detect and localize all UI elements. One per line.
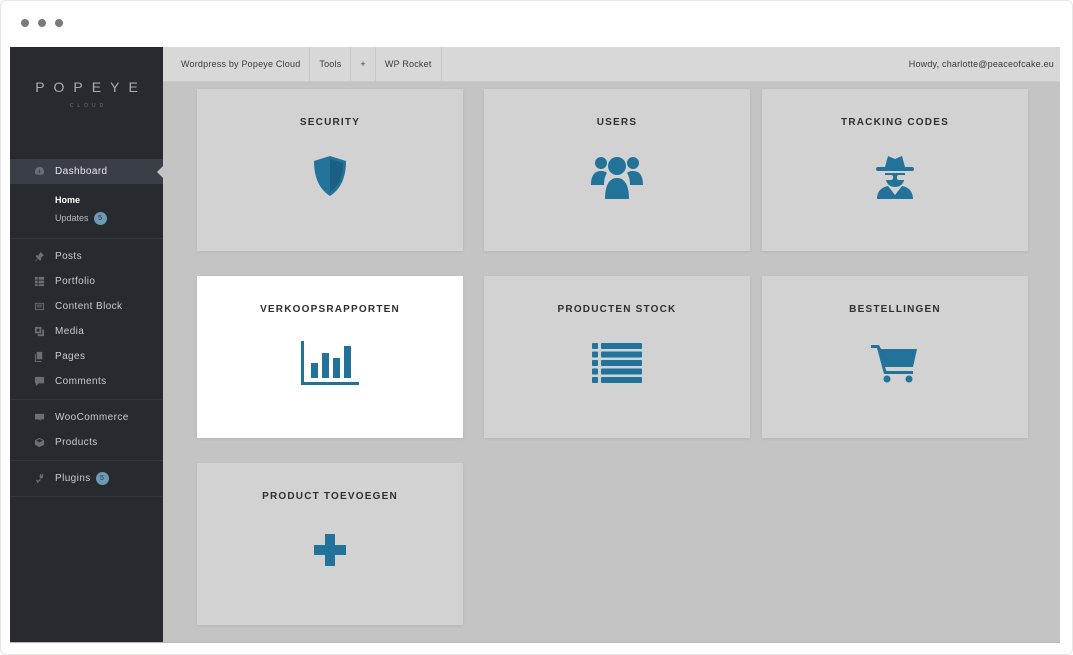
sidebar-item-label: Pages [55, 351, 86, 362]
sidebar-item-label: Content Block [55, 301, 123, 312]
plus-icon [300, 525, 360, 575]
tile-bestellingen[interactable]: BESTELLINGEN [762, 276, 1028, 438]
tile-producten-stock[interactable]: PRODUCTEN STOCK [484, 276, 750, 438]
woocommerce-icon [32, 411, 46, 425]
cart-icon [865, 338, 925, 388]
topbar-site-link[interactable]: Wordpress by Popeye Cloud [163, 47, 311, 82]
plugins-count-badge: 5 [95, 472, 109, 485]
window-dot-icon[interactable] [21, 19, 29, 27]
tile-title: BESTELLINGEN [849, 304, 941, 315]
tile-verkoopsrapporten[interactable]: VERKOOPSRAPPORTEN [197, 276, 463, 438]
tile-title: SECURITY [299, 117, 361, 128]
sidebar-item-posts[interactable]: Posts [10, 244, 163, 269]
spy-icon [865, 151, 925, 201]
dashboard-submenu: Home Updates 5 [10, 184, 163, 233]
sidebar-item-label: WooCommerce [55, 412, 129, 423]
list-icon [587, 338, 647, 388]
sidebar-menu: Dashboard Home Updates 5 Posts Portfolio… [10, 159, 163, 502]
tile-title: VERKOOPSRAPPORTEN [260, 304, 400, 315]
sidebar-item-label: Media [55, 326, 85, 337]
sidebar-item-comments[interactable]: Comments [10, 369, 163, 394]
admin-topbar: Wordpress by Popeye Cloud Tools + WP Roc… [163, 47, 1060, 82]
window-controls [21, 19, 63, 27]
submenu-item-home[interactable]: Home [55, 191, 163, 209]
submenu-item-label: Home [55, 195, 81, 205]
tile-title: PRODUCTEN STOCK [557, 304, 677, 315]
sidebar-item-dashboard[interactable]: Dashboard [10, 159, 163, 184]
topbar-wp-rocket-link[interactable]: WP Rocket [376, 47, 442, 82]
shield-icon [300, 151, 360, 201]
logo-brand: POPEYE [35, 79, 147, 95]
sidebar-item-woocommerce[interactable]: WooCommerce [10, 405, 163, 430]
sidebar-item-content-block[interactable]: Content Block [10, 294, 163, 319]
window-dot-icon[interactable] [55, 19, 63, 27]
submenu-item-updates[interactable]: Updates 5 [55, 209, 163, 227]
menu-separator [10, 238, 163, 239]
app-container: POPEYE CLOUD Dashboard Home Updates 5 Po… [10, 47, 1060, 643]
pin-icon [32, 250, 46, 264]
window-dot-icon[interactable] [38, 19, 46, 27]
grid-icon [32, 275, 46, 289]
plug-icon [32, 472, 46, 486]
tile-title: USERS [596, 117, 638, 128]
comment-icon [32, 375, 46, 389]
topbar-user-greeting[interactable]: Howdy, charlotte@peaceofcake.eu [909, 59, 1060, 69]
tile-users[interactable]: USERS [484, 89, 750, 251]
updates-count-badge: 5 [93, 211, 107, 225]
sidebar-item-pages[interactable]: Pages [10, 344, 163, 369]
box-icon [32, 436, 46, 450]
menu-separator [10, 399, 163, 400]
block-icon [32, 300, 46, 314]
sidebar-item-media[interactable]: Media [10, 319, 163, 344]
logo-subtitle: CLOUD [69, 103, 108, 109]
tile-security[interactable]: SECURITY [197, 89, 463, 251]
sidebar-item-label: Plugins [55, 473, 91, 484]
users-icon [587, 151, 647, 201]
sidebar-item-label: Products [55, 437, 98, 448]
sidebar-item-portfolio[interactable]: Portfolio [10, 269, 163, 294]
topbar-tools-link[interactable]: Tools [310, 47, 352, 82]
sidebar-item-label: Comments [55, 376, 107, 387]
sidebar-item-plugins[interactable]: Plugins 5 [10, 466, 163, 491]
menu-separator [10, 460, 163, 461]
sidebar-item-label: Posts [55, 251, 83, 262]
media-icon [32, 325, 46, 339]
pages-icon [32, 350, 46, 364]
tile-title: TRACKING CODES [841, 117, 949, 128]
dashboard-icon [32, 165, 46, 179]
bar-chart-icon [300, 338, 360, 388]
menu-separator [10, 496, 163, 497]
sidebar-item-products[interactable]: Products [10, 430, 163, 455]
topbar-new-button[interactable]: + [351, 47, 376, 82]
tile-tracking-codes[interactable]: TRACKING CODES [762, 89, 1028, 251]
logo[interactable]: POPEYE CLOUD [10, 79, 163, 109]
tile-product-toevoegen[interactable]: PRODUCT TOEVOEGEN [197, 463, 463, 625]
sidebar-item-label: Dashboard [55, 166, 108, 177]
sidebar: POPEYE CLOUD Dashboard Home Updates 5 Po… [10, 47, 163, 642]
tile-title: PRODUCT TOEVOEGEN [262, 491, 398, 502]
sidebar-item-label: Portfolio [55, 276, 96, 287]
submenu-item-label: Updates [55, 213, 89, 223]
